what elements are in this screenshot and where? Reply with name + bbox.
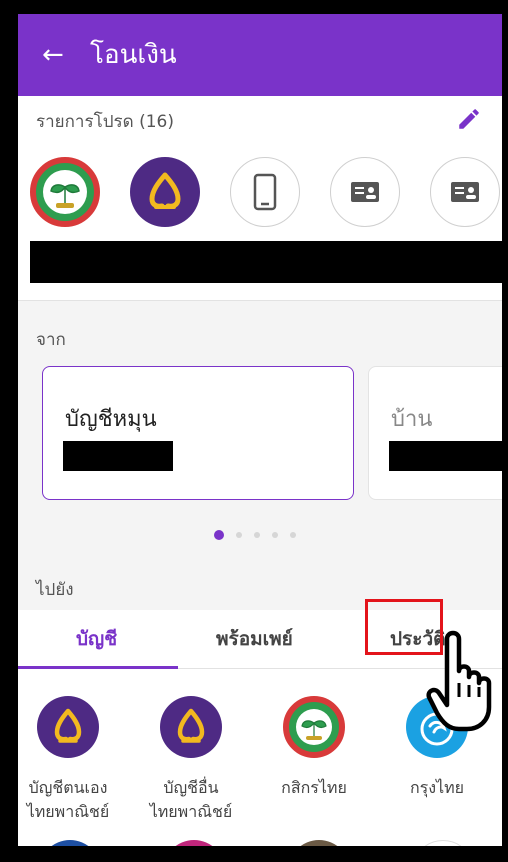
page-title: โอนเงิน xyxy=(90,40,177,70)
pagination-dots xyxy=(214,530,296,540)
page-dot-active[interactable] xyxy=(214,530,224,540)
tab-promptpay[interactable]: พร้อมเพย์ xyxy=(216,624,293,654)
bank-item[interactable]: บัญชีอื่น ไทยพาณิชย์ xyxy=(136,696,246,824)
redacted-account-number xyxy=(63,441,173,471)
bank-label: กรุงไทย xyxy=(409,778,465,797)
page-dot[interactable] xyxy=(254,532,260,538)
phone-icon xyxy=(253,173,277,211)
divider xyxy=(18,300,502,301)
active-tab-indicator xyxy=(18,666,178,669)
kasikorn-logo-icon xyxy=(43,170,87,214)
redacted-account-number xyxy=(389,441,502,471)
page-dot[interactable] xyxy=(290,532,296,538)
to-label: ไปยัง xyxy=(36,580,74,600)
account-card[interactable]: บ้าน xyxy=(368,366,502,500)
kasikorn-logo-icon xyxy=(283,696,345,758)
id-card-icon xyxy=(351,182,379,202)
from-label: จาก xyxy=(36,330,66,350)
redacted-bar xyxy=(30,241,502,283)
scb-logo-icon xyxy=(160,696,222,758)
favorite-id-card-2[interactable] xyxy=(430,157,500,227)
bank-icon-partial[interactable] xyxy=(288,840,350,846)
app-header: ← โอนเงิน xyxy=(18,14,502,96)
favorite-id-card-1[interactable] xyxy=(330,157,400,227)
pencil-icon[interactable] xyxy=(456,106,482,132)
bank-label: บัญชีอื่น ไทยพาณิชย์ xyxy=(149,778,233,821)
bank-icon-partial[interactable] xyxy=(412,840,474,846)
bank-label: บัญชีตนเอง ไทยพาณิชย์ xyxy=(26,778,110,821)
account-name: บัญชีหมุน xyxy=(65,407,157,432)
page-dot[interactable] xyxy=(236,532,242,538)
favorite-scb[interactable] xyxy=(130,157,200,227)
scb-logo-icon xyxy=(37,696,99,758)
bank-item[interactable]: กสิกรไทย xyxy=(259,696,369,800)
page-dot[interactable] xyxy=(272,532,278,538)
bank-label: กสิกรไทย xyxy=(281,778,347,797)
id-card-icon xyxy=(451,182,479,202)
bank-icon-partial[interactable] xyxy=(163,840,225,846)
favorites-title: รายการโปรด (16) xyxy=(36,112,175,132)
account-card-selected[interactable]: บัญชีหมุน xyxy=(42,366,354,500)
favorite-phone[interactable] xyxy=(230,157,300,227)
account-name: บ้าน xyxy=(391,407,433,432)
bank-icon-partial[interactable] xyxy=(39,840,101,846)
back-button[interactable]: ← xyxy=(42,38,64,72)
favorite-kasikorn[interactable] xyxy=(30,157,100,227)
pointing-hand-icon xyxy=(426,630,492,732)
bank-item[interactable]: บัญชีตนเอง ไทยพาณิชย์ xyxy=(18,696,123,824)
tab-account[interactable]: บัญชี xyxy=(76,624,117,654)
scb-logo-icon xyxy=(149,172,181,209)
